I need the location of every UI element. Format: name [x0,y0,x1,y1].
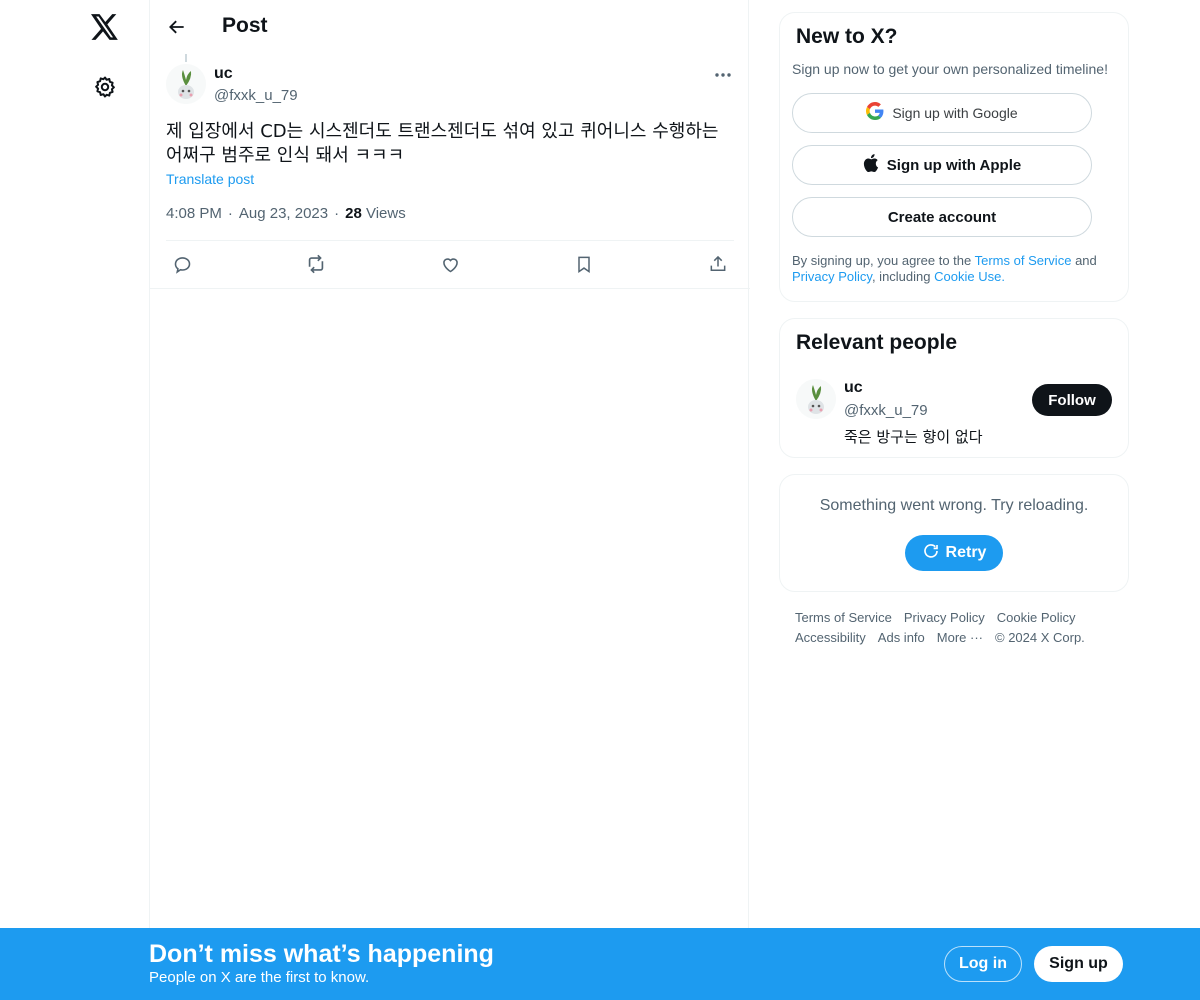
signup-card: New to X? Sign up now to get your own pe… [779,12,1129,302]
signup-legal: By signing up, you agree to the Terms of… [792,253,1122,285]
footer-accessibility-link[interactable]: Accessibility [795,630,866,645]
footer-cookie-link[interactable]: Cookie Policy [997,610,1076,625]
error-card: Something went wrong. Try reloading. Ret… [779,474,1129,592]
relevant-people-card: Relevant people uc @fxxk_u_79 죽은 방구는 향이 … [779,318,1129,458]
thread-line [185,54,187,62]
bottom-bar-subtitle: People on X are the first to know. [149,969,370,986]
login-button[interactable]: Log in [944,946,1022,982]
share-icon[interactable] [706,252,730,276]
post-meta: 4:08 PM · Aug 23, 2023 · 28 Views [166,205,406,222]
create-account-label: Create account [887,208,997,226]
page-title: Post [222,14,268,37]
footer-terms-link[interactable]: Terms of Service [795,610,892,625]
apple-label: Sign up with Apple [886,156,1022,174]
left-nav [0,0,150,1000]
repost-icon[interactable] [304,252,328,276]
views-count: 28 [345,205,362,222]
retry-label: Retry [945,544,987,561]
bottom-bar-title: Don’t miss what’s happening [149,940,494,968]
meta-dot: · [334,205,340,222]
reply-icon[interactable] [170,252,194,276]
relevant-bio: 죽은 방구는 향이 없다 [844,428,983,446]
google-label: Sign up with Google [892,105,1018,121]
signup-button[interactable]: Sign up [1034,946,1123,982]
gear-icon[interactable] [90,72,120,102]
apple-icon [863,154,879,176]
author-name[interactable]: uc [214,65,233,83]
error-message: Something went wrong. Try reloading. [819,497,1089,514]
avatar[interactable] [796,379,836,419]
legal-and: and [1075,253,1097,268]
meta-dot: · [227,205,233,222]
legal-including: , including [871,269,931,284]
privacy-link[interactable]: Privacy Policy [792,269,872,284]
footer-more-link[interactable]: More ··· [937,630,983,645]
footer-copyright: © 2024 X Corp. [995,630,1085,645]
main-column: Post uc @fxxk_u_79 제 입장에서 CD는 시스젠더도 트랜스젠… [149,0,750,1000]
post-actions [166,248,734,280]
signup-apple-button[interactable]: Sign up with Apple [792,145,1092,185]
like-icon[interactable] [438,252,462,276]
refresh-icon [922,542,940,565]
post-date[interactable]: Aug 23, 2023 [239,205,328,222]
divider [150,288,750,289]
legal-prefix: By signing up, you agree to the [792,253,972,268]
post-time[interactable]: 4:08 PM [166,205,222,222]
footer-privacy-link[interactable]: Privacy Policy [904,610,985,625]
arrow-left-icon[interactable] [164,14,190,40]
relevant-name[interactable]: uc [844,379,863,397]
author-handle[interactable]: @fxxk_u_79 [214,87,298,104]
signup-title: New to X? [796,25,898,48]
views-label: Views [365,205,406,222]
create-account-button[interactable]: Create account [792,197,1092,237]
signup-subtitle: Sign up now to get your own personalized… [792,61,1108,77]
relevant-handle[interactable]: @fxxk_u_79 [844,402,928,419]
post-views: 28 Views [345,205,406,222]
post-header: Post [150,0,750,54]
more-icon[interactable] [710,64,736,86]
bottom-signup-bar: Don’t miss what’s happening People on X … [0,928,1200,1000]
relevant-title: Relevant people [796,331,958,354]
bookmark-icon[interactable] [572,252,596,276]
translate-post-link[interactable]: Translate post [166,171,254,187]
google-icon [866,102,884,124]
signup-google-button[interactable]: Sign up with Google [792,93,1092,133]
post-text: 제 입장에서 CD는 시스젠더도 트랜스젠더도 섞여 있고 퀴어니스 수행하는 … [166,121,719,166]
follow-button[interactable]: Follow [1032,384,1112,416]
x-logo-icon[interactable] [88,10,122,44]
retry-button[interactable]: Retry [905,535,1003,571]
cookie-use-link[interactable]: Cookie Use. [934,269,1005,284]
footer-links: Terms of Service Privacy Policy Cookie Pol… [795,608,1115,648]
footer-ads-link[interactable]: Ads info [878,630,925,645]
divider [166,240,734,241]
avatar[interactable] [166,64,206,104]
terms-link[interactable]: Terms of Service [975,253,1072,268]
